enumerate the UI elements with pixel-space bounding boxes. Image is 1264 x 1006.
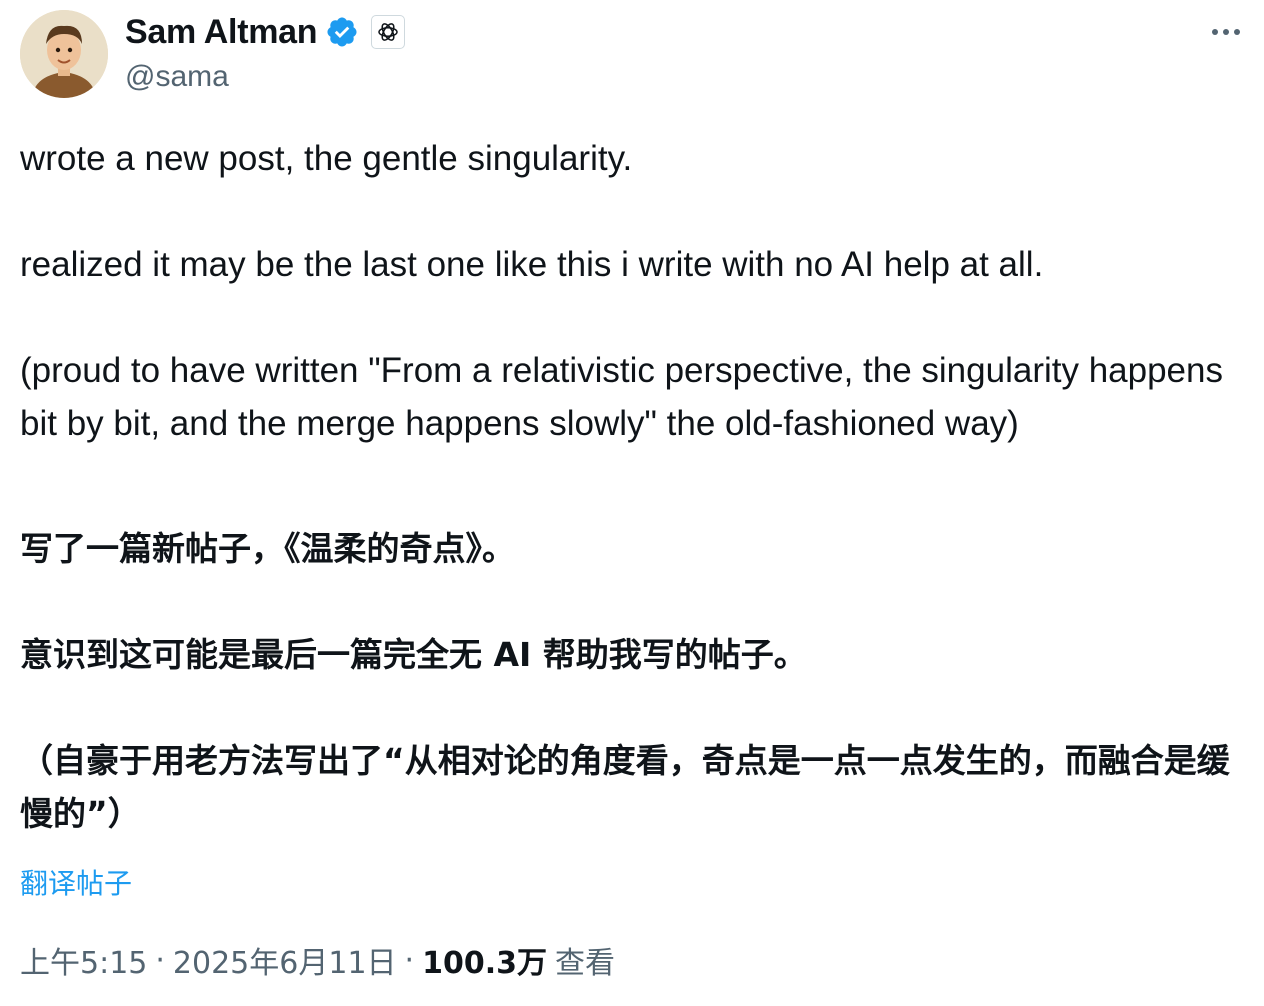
tweet-paragraph: wrote a new post, the gentle singularity…: [20, 139, 633, 178]
translate-post-link[interactable]: 翻译帖子: [20, 862, 132, 902]
tweet-paragraph-zh: 写了一篇新帖子，《温柔的奇点》。: [20, 529, 515, 568]
tweet-meta: 上午5:15 · 2025年6月11日 · 100.3万 查看: [20, 938, 615, 982]
author-handle[interactable]: @sama: [125, 60, 229, 94]
tweet-paragraph: realized it may be the last one like thi…: [20, 245, 1044, 284]
views-count[interactable]: 100.3万: [422, 938, 547, 982]
tweet-paragraph: (proud to have written "From a relativis…: [20, 351, 1223, 443]
author-display-name[interactable]: Sam Altman: [125, 13, 318, 52]
dot: [1234, 29, 1240, 35]
views-label: 查看: [554, 946, 615, 981]
dot: [1223, 29, 1229, 35]
avatar-illustration: [20, 10, 108, 98]
avatar[interactable]: [20, 10, 108, 98]
tweet-date[interactable]: 2025年6月11日: [173, 938, 397, 982]
separator: ·: [404, 942, 415, 978]
verified-badge-icon[interactable]: [325, 15, 359, 49]
tweet-time[interactable]: 上午5:15: [20, 938, 147, 982]
separator: ·: [155, 942, 165, 978]
more-options-icon[interactable]: [1206, 18, 1246, 46]
tweet-text-chinese: 写了一篇新帖子，《温柔的奇点》。 意识到这可能是最后一篇完全无 AI 帮助我写的…: [20, 522, 1250, 840]
tweet-text-english: wrote a new post, the gentle singularity…: [20, 132, 1240, 450]
openai-logo-icon[interactable]: [371, 15, 406, 49]
author-name-row: Sam Altman: [125, 12, 406, 52]
tweet-paragraph-zh: 意识到这可能是最后一篇完全无 AI 帮助我写的帖子。: [20, 635, 807, 674]
dot: [1212, 29, 1218, 35]
tweet-paragraph-zh: （自豪于用老方法写出了“从相对论的角度看，奇点是一点一点发生的，而融合是缓慢的”…: [20, 741, 1230, 833]
